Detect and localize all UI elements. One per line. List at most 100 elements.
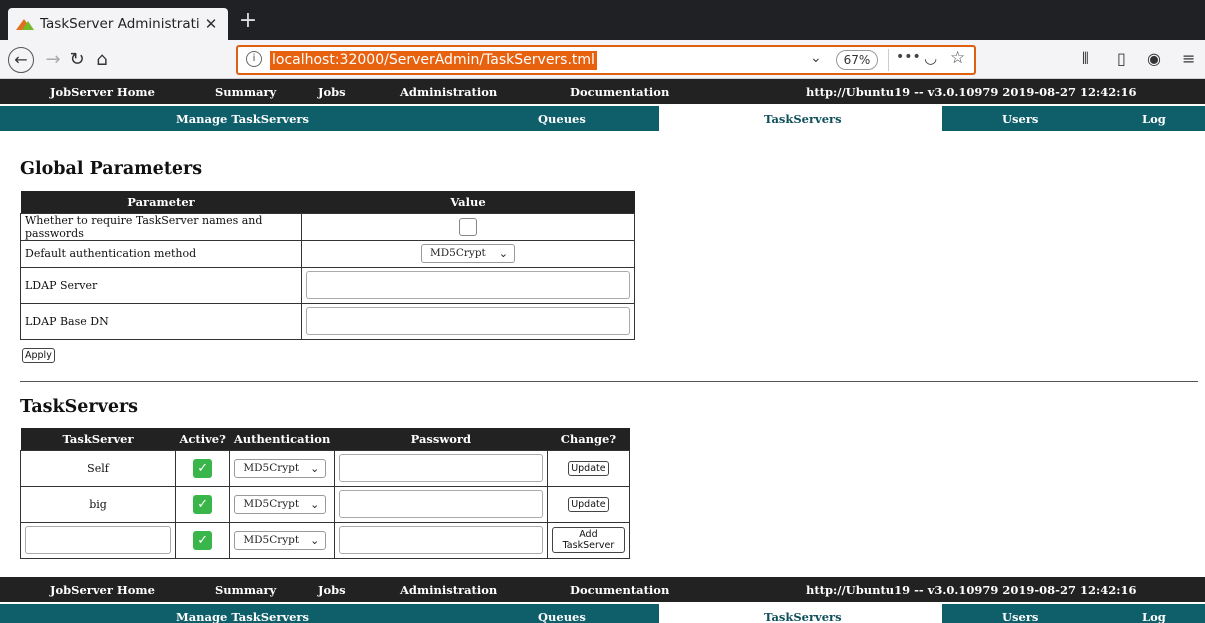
update-button[interactable]: Update [568, 496, 609, 512]
url-text[interactable]: localhost:32000/ServerAdmin/TaskServers.… [270, 51, 597, 70]
col-change: Change? [547, 428, 630, 450]
url-separator [888, 49, 889, 71]
param-label: LDAP Server [20, 266, 302, 304]
tab-close-icon[interactable]: ✕ [202, 15, 220, 33]
nav-queues[interactable]: Queues [538, 112, 586, 126]
tab-strip: TaskServer Administrati ✕ + [0, 0, 1205, 40]
taskservers-heading: TaskServers [20, 397, 139, 417]
nav-administration[interactable]: Administration [400, 583, 497, 597]
auth-cell: MD5Crypt ⌄ [229, 485, 335, 523]
server-info: http://Ubuntu19 -- v3.0.10979 2019-08-27… [806, 583, 1137, 597]
zoom-indicator[interactable]: 67% [836, 50, 878, 70]
select-value: MD5Crypt [430, 247, 486, 259]
param-label: Whether to require TaskServer names and … [20, 212, 302, 241]
nav-jobserver-home[interactable]: JobServer Home [50, 583, 155, 597]
nav-jobs[interactable]: Jobs [318, 583, 346, 597]
home-button[interactable]: ⌂ [89, 47, 115, 73]
sidebar-icon[interactable]: ▯ [1117, 49, 1126, 68]
nav-jobserver-home[interactable]: JobServer Home [50, 85, 155, 99]
param-label: LDAP Base DN [20, 302, 302, 340]
pocket-icon[interactable]: ◡ [924, 49, 937, 67]
page-content: JobServer Home Summary Jobs Administrati… [0, 79, 1205, 623]
param-label: Default authentication method [20, 239, 302, 268]
nav-manage-taskservers[interactable]: Manage TaskServers [176, 610, 309, 623]
table-row: LDAP Server [20, 266, 635, 304]
nav-log[interactable]: Log [1142, 112, 1166, 126]
account-icon[interactable]: ◉ [1147, 49, 1161, 68]
url-bar[interactable]: i localhost:32000/ServerAdmin/TaskServer… [236, 45, 976, 75]
favicon-icon [16, 17, 34, 31]
change-cell: Update [546, 449, 631, 487]
nav-documentation[interactable]: Documentation [570, 583, 669, 597]
active-cell: ✓ [174, 485, 231, 523]
ldap-base-dn-input[interactable] [306, 307, 630, 335]
table-header-row: TaskServer Active? Authentication Passwo… [20, 428, 630, 450]
change-cell: Update [546, 485, 631, 523]
page-actions-icon[interactable]: ••• [896, 49, 921, 65]
password-input[interactable] [338, 526, 543, 554]
nav-users[interactable]: Users [1002, 112, 1038, 126]
select-value: MD5Crypt [243, 533, 300, 546]
nav-taskservers[interactable]: TaskServers [764, 112, 842, 126]
apply-button[interactable]: Apply [22, 348, 55, 363]
nav-users[interactable]: Users [1002, 610, 1038, 623]
back-button[interactable]: ← [8, 47, 34, 73]
chevron-down-icon: ⌄ [498, 247, 508, 260]
new-tab-button[interactable]: + [234, 8, 262, 36]
browser-tab[interactable]: TaskServer Administrati ✕ [8, 8, 228, 40]
nav-jobs[interactable]: Jobs [318, 85, 346, 99]
param-value [301, 302, 635, 340]
taskserver-name: Self [20, 449, 176, 487]
nav-summary[interactable]: Summary [215, 85, 276, 99]
bookmark-star-icon[interactable]: ☆ [950, 48, 965, 68]
nav-manage-taskservers[interactable]: Manage TaskServers [176, 112, 309, 126]
active-checkbox[interactable]: ✓ [193, 494, 213, 514]
menu-icon[interactable]: ≡ [1182, 49, 1195, 68]
nav-documentation[interactable]: Documentation [570, 85, 669, 99]
reload-button[interactable]: ↻ [64, 47, 90, 73]
nav-log[interactable]: Log [1142, 610, 1166, 623]
add-taskserver-button[interactable]: Add TaskServer [551, 527, 625, 553]
col-password: Password [334, 428, 548, 450]
new-taskserver-name-input[interactable] [25, 526, 171, 554]
nav-taskservers[interactable]: TaskServers [764, 610, 842, 623]
nav-queues[interactable]: Queues [538, 610, 586, 623]
col-value: Value [301, 191, 635, 213]
update-button[interactable]: Update [568, 460, 609, 476]
chevron-down-icon: ⌄ [310, 461, 320, 475]
password-input[interactable] [338, 454, 543, 482]
ldap-server-input[interactable] [306, 271, 630, 299]
select-value: MD5Crypt [243, 461, 300, 474]
col-parameter: Parameter [20, 191, 302, 213]
active-checkbox[interactable]: ✓ [193, 458, 213, 478]
auth-cell: MD5Crypt ⌄ [229, 449, 335, 487]
nav-summary[interactable]: Summary [215, 583, 276, 597]
table-row: big ✓ MD5Crypt ⌄ Update [20, 485, 631, 523]
require-names-checkbox[interactable] [459, 217, 477, 236]
password-input[interactable] [338, 490, 543, 518]
forward-button[interactable]: → [40, 47, 66, 73]
library-icon[interactable]: ⫴ [1082, 49, 1089, 69]
site-info-icon[interactable]: i [246, 51, 262, 67]
global-parameters-table: Parameter Value Whether to require TaskS… [20, 191, 635, 340]
new-taskserver-cell [20, 521, 176, 559]
active-checkbox[interactable]: ✓ [193, 530, 213, 550]
auth-select[interactable]: MD5Crypt ⌄ [234, 494, 327, 514]
tab-title: TaskServer Administrati [40, 16, 200, 32]
global-parameters-heading: Global Parameters [20, 159, 203, 179]
auth-select[interactable]: MD5Crypt ⌄ [234, 530, 327, 550]
default-auth-select[interactable]: MD5Crypt ⌄ [421, 244, 515, 263]
url-dropdown-icon[interactable]: ⌄ [810, 50, 822, 66]
taskservers-table: TaskServer Active? Authentication Passwo… [20, 428, 631, 559]
col-authentication: Authentication [229, 428, 335, 450]
top-nav: JobServer Home Summary Jobs Administrati… [0, 79, 1205, 104]
nav-administration[interactable]: Administration [400, 85, 497, 99]
password-cell [333, 485, 548, 523]
navigation-toolbar: ← → ↻ ⌂ i localhost:32000/ServerAdmin/Ta… [0, 40, 1205, 79]
col-taskserver: TaskServer [20, 428, 176, 450]
auth-select[interactable]: MD5Crypt ⌄ [234, 458, 327, 478]
browser-chrome: TaskServer Administrati ✕ + ← → ↻ ⌂ i lo… [0, 0, 1205, 79]
chevron-down-icon: ⌄ [310, 533, 320, 547]
bottom-top-nav: JobServer Home Summary Jobs Administrati… [0, 577, 1205, 602]
param-value [301, 266, 635, 304]
